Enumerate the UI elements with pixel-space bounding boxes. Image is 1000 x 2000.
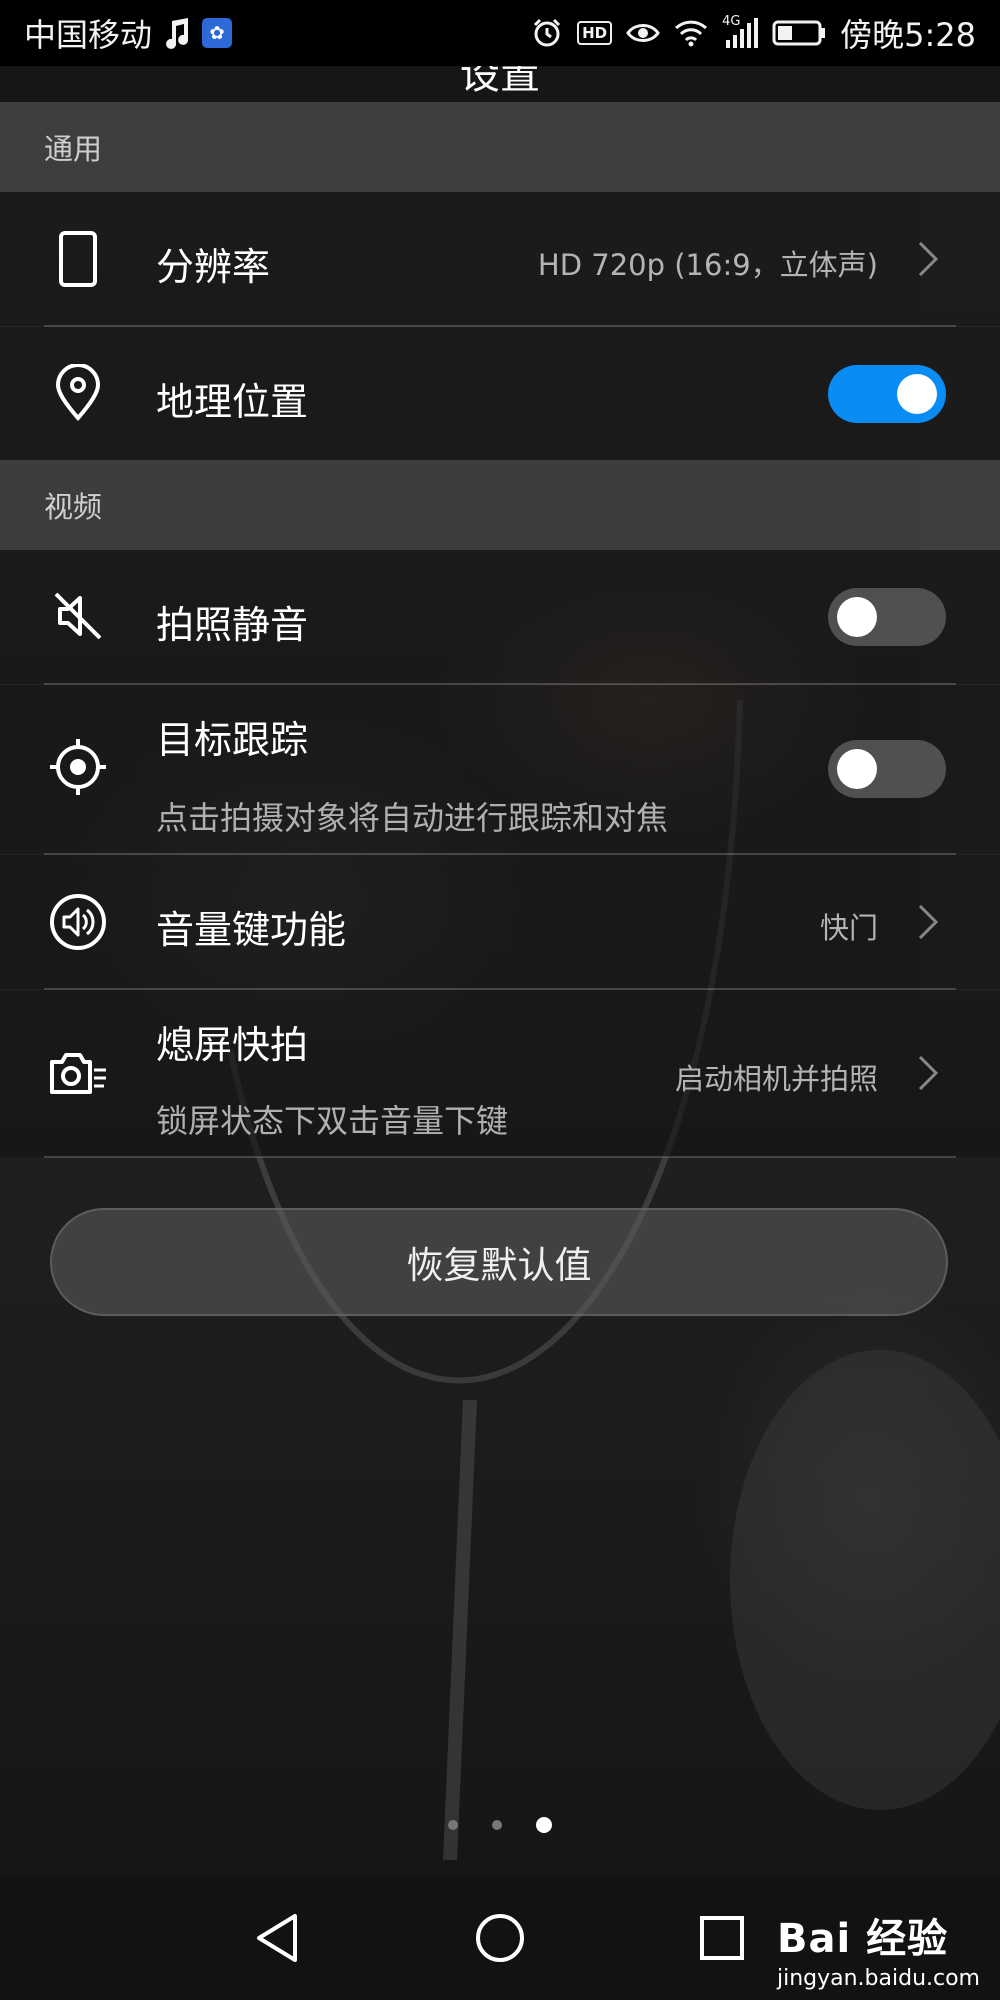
- recents-square-icon: [700, 1916, 744, 1960]
- watermark-url: jingyan.baidu.com: [776, 1966, 980, 1991]
- baidu-jingyan-watermark: Bai 经验 jingyan.baidu.com: [777, 1906, 980, 1991]
- setting-ultra-snapshot[interactable]: 熄屏快拍 锁屏状态下双击音量下键 启动相机并拍照: [0, 990, 1000, 1157]
- toggle-knob: [837, 597, 877, 637]
- phone-icon: [46, 227, 110, 291]
- setting-resolution-value: HD 720p (16:9，立体声): [537, 248, 878, 282]
- mute-speaker-icon: [46, 584, 110, 648]
- volume-icon: [46, 890, 110, 954]
- setting-snapshot-value: 启动相机并拍照: [674, 1062, 878, 1096]
- location-pin-icon: [46, 361, 110, 425]
- setting-volume-key-label: 音量键功能: [156, 908, 347, 952]
- page-dot[interactable]: [448, 1820, 458, 1830]
- quick-camera-icon: [46, 1042, 110, 1106]
- setting-snapshot-label: 熄屏快拍: [156, 1023, 309, 1067]
- setting-mute-label: 拍照静音: [156, 603, 309, 647]
- status-bar: 中国移动 ✿ HD 4G 傍晚5:28: [0, 0, 1000, 66]
- setting-location-label: 地理位置: [156, 380, 309, 424]
- object-tracking-toggle[interactable]: [828, 740, 946, 798]
- target-icon: [46, 735, 110, 799]
- setting-shutter-mute[interactable]: 拍照静音: [0, 550, 1000, 684]
- back-triangle-icon: [257, 1914, 297, 1962]
- alarm-icon: [531, 17, 563, 49]
- network-type: 4G: [722, 14, 741, 29]
- recents-button[interactable]: [690, 1906, 754, 1970]
- setting-volume-key[interactable]: 音量键功能 快门: [0, 855, 1000, 989]
- page-title: 设置: [460, 66, 540, 98]
- section-general-label: 通用: [44, 132, 103, 166]
- setting-location[interactable]: 地理位置: [0, 327, 1000, 460]
- setting-volume-key-value: 快门: [819, 911, 878, 945]
- wifi-icon: [674, 19, 708, 47]
- status-time: 傍晚5:28: [840, 16, 976, 54]
- setting-object-tracking[interactable]: 目标跟踪 点击拍摄对象将自动进行跟踪和对焦: [0, 685, 1000, 854]
- divider: [44, 1156, 956, 1158]
- home-button[interactable]: [468, 1906, 532, 1970]
- chevron-right-icon: [918, 1055, 939, 1091]
- chevron-right-icon: [918, 904, 939, 940]
- carrier-name: 中国移动: [24, 16, 153, 54]
- shutter-mute-toggle[interactable]: [828, 588, 946, 646]
- toggle-knob: [897, 374, 937, 414]
- location-toggle[interactable]: [828, 365, 946, 423]
- setting-tracking-label: 目标跟踪: [156, 718, 309, 762]
- battery-icon: [772, 19, 826, 47]
- eye-icon: [626, 20, 660, 46]
- setting-resolution[interactable]: 分辨率 HD 720p (16:9，立体声): [0, 192, 1000, 326]
- back-button[interactable]: [246, 1906, 310, 1970]
- restore-defaults-button[interactable]: 恢复默认值: [50, 1208, 948, 1316]
- page-dot-active[interactable]: [536, 1817, 552, 1833]
- section-video-label: 视频: [44, 490, 103, 524]
- signal-icon: 4G: [722, 14, 759, 48]
- page-dot[interactable]: [492, 1820, 502, 1830]
- hd-badge: HD: [577, 21, 613, 45]
- baidu-app-icon: ✿: [202, 18, 233, 48]
- page-indicator: [0, 1816, 1000, 1836]
- watermark-main: Bai 经验: [776, 1916, 949, 1962]
- toggle-knob: [837, 749, 877, 789]
- music-icon: [162, 17, 192, 49]
- setting-resolution-label: 分辨率: [156, 245, 271, 289]
- chevron-right-icon: [918, 241, 939, 277]
- setting-snapshot-description: 锁屏状态下双击音量下键: [156, 1102, 509, 1140]
- settings-header: 设置: [0, 66, 1000, 102]
- section-general: 通用: [0, 102, 1000, 192]
- home-circle-icon: [476, 1914, 524, 1962]
- setting-tracking-description: 点击拍摄对象将自动进行跟踪和对焦: [156, 799, 669, 837]
- section-video: 视频: [0, 460, 1000, 550]
